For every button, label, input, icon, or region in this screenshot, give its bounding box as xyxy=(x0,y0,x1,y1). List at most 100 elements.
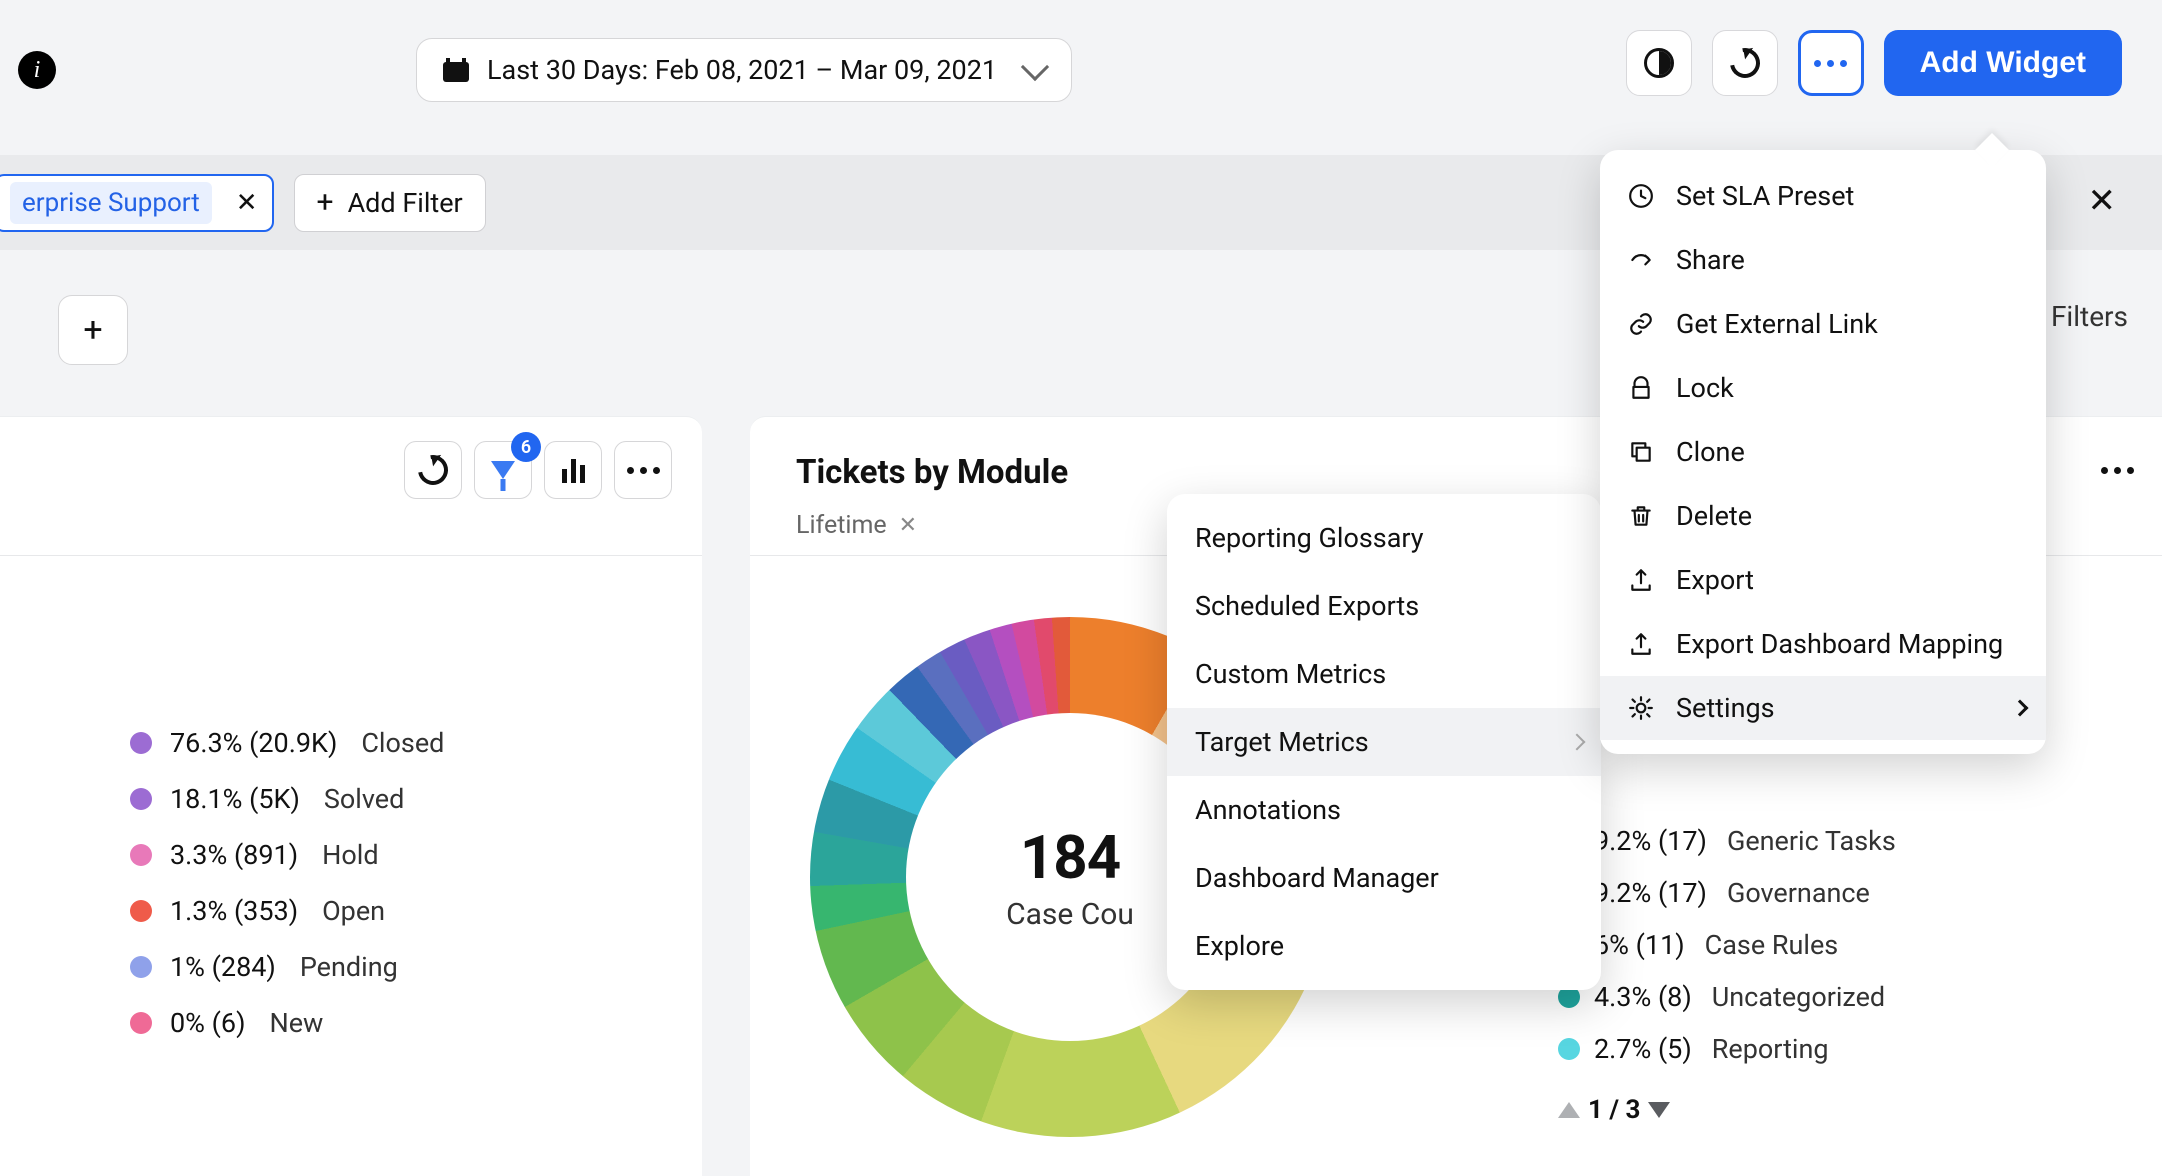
legend-label: Solved xyxy=(324,783,404,815)
remove-filter-icon[interactable]: ✕ xyxy=(236,188,258,218)
legend-item[interactable]: 76.3% (20.9K) Closed xyxy=(130,727,444,759)
menu-item-settings[interactable]: Settings xyxy=(1600,676,2046,740)
clone-icon xyxy=(1626,437,1656,467)
time-scope-chip[interactable]: Lifetime ✕ xyxy=(796,511,917,540)
legend-value: 2.7% (5) xyxy=(1594,1033,1692,1065)
info-icon[interactable]: i xyxy=(18,51,56,89)
menu-item-export[interactable]: Export xyxy=(1600,548,2046,612)
legend-value: 18.1% (5K) xyxy=(170,783,300,815)
refresh-button[interactable] xyxy=(1712,30,1778,96)
menu-item-label: Settings xyxy=(1676,692,1775,724)
filter-chip-text: erprise Support xyxy=(10,182,212,224)
menu-item-label: Share xyxy=(1676,244,1745,276)
date-range-dropdown[interactable]: Last 30 Days: Feb 08, 2021 – Mar 09, 202… xyxy=(416,38,1072,102)
add-filter-label: Add Filter xyxy=(348,187,463,219)
donut-center-value: 184 xyxy=(1020,822,1120,893)
pager-prev-icon[interactable] xyxy=(1558,1102,1580,1118)
close-filter-bar-icon[interactable]: ✕ xyxy=(2088,181,2117,221)
more-horizontal-icon xyxy=(627,467,660,474)
submenu-item-dashboard-manager[interactable]: Dashboard Manager xyxy=(1167,844,1601,912)
export-icon xyxy=(1626,629,1656,659)
filter-icon xyxy=(491,461,515,479)
legend-item[interactable]: 6% (11) Case Rules xyxy=(1558,929,1896,961)
add-widget-button[interactable]: Add Widget xyxy=(1884,30,2122,96)
submenu-item-scheduled-exports[interactable]: Scheduled Exports xyxy=(1167,572,1601,640)
legend-value: 6% (11) xyxy=(1594,929,1685,961)
contrast-toggle-button[interactable] xyxy=(1626,30,1692,96)
legend-item[interactable]: 9.2% (17)Generic Tasks xyxy=(1558,825,1896,857)
legend-label: New xyxy=(269,1007,323,1039)
filters-link[interactable]: Filters xyxy=(2051,300,2128,333)
menu-item-delete[interactable]: Delete xyxy=(1600,484,2046,548)
submenu-item-reporting-glossary[interactable]: Reporting Glossary xyxy=(1167,504,1601,572)
menu-item-share[interactable]: Share xyxy=(1600,228,2046,292)
submenu-item-explore[interactable]: Explore xyxy=(1167,912,1601,980)
add-tab-button[interactable]: + xyxy=(58,295,128,365)
settings-submenu: Reporting GlossaryScheduled ExportsCusto… xyxy=(1167,494,1601,990)
legend-value: 76.3% (20.9K) xyxy=(170,727,337,759)
submenu-item-annotations[interactable]: Annotations xyxy=(1167,776,1601,844)
refresh-icon xyxy=(1724,42,1766,84)
legend-item[interactable]: 18.1% (5K) Solved xyxy=(130,783,444,815)
plus-icon: + xyxy=(317,188,334,218)
widget-filter-button[interactable]: 6 xyxy=(474,441,532,499)
legend-item[interactable]: 3.3% (891) Hold xyxy=(130,839,444,871)
submenu-item-target-metrics[interactable]: Target Metrics xyxy=(1167,708,1601,776)
divider xyxy=(0,555,702,556)
filter-chip-enterprise-support[interactable]: erprise Support ✕ xyxy=(0,174,274,232)
menu-item-lock[interactable]: Lock xyxy=(1600,356,2046,420)
more-actions-menu: Set SLA Preset Share Get External LinkLock… xyxy=(1600,150,2046,754)
refresh-icon xyxy=(412,449,454,491)
legend-item[interactable]: 0% (6) New xyxy=(130,1007,444,1039)
legend-label: Hold xyxy=(322,839,378,871)
time-scope-text: Lifetime xyxy=(796,511,887,540)
widget-refresh-button[interactable] xyxy=(404,441,462,499)
legend-item[interactable]: 4.3% (8)Uncategorized xyxy=(1558,981,1896,1013)
legend-item[interactable]: 1.3% (353)Open xyxy=(130,895,444,927)
remove-scope-icon[interactable]: ✕ xyxy=(899,513,917,538)
legend-value: 0% (6) xyxy=(170,1007,245,1039)
more-horizontal-icon xyxy=(1814,60,1847,67)
legend-value: 4.3% (8) xyxy=(1594,981,1692,1013)
bar-chart-icon xyxy=(562,457,585,483)
menu-item-clone[interactable]: Clone xyxy=(1600,420,2046,484)
pager-next-icon[interactable] xyxy=(1648,1102,1670,1118)
legend-dot-icon xyxy=(130,732,152,754)
clock-icon xyxy=(1626,181,1656,211)
pager-text: 1 / 3 xyxy=(1588,1095,1640,1125)
widget-more-button[interactable] xyxy=(614,441,672,499)
menu-item-label: Delete xyxy=(1676,500,1752,532)
menu-item-label: Export xyxy=(1676,564,1754,596)
share-icon xyxy=(1626,245,1656,275)
add-filter-button[interactable]: + Add Filter xyxy=(294,174,486,232)
submenu-item-custom-metrics[interactable]: Custom Metrics xyxy=(1167,640,1601,708)
chevron-down-icon xyxy=(1021,53,1049,81)
legend-item[interactable]: 2.7% (5)Reporting xyxy=(1558,1033,1896,1065)
widget-card-status: 6 76.3% (20.9K) Closed 18.1% (5K) Solved 3.3… xyxy=(0,416,702,1176)
module-legend: 9.2% (17)Generic Tasks9.2% (17)Governanc… xyxy=(1558,825,1896,1125)
legend-value: 9.2% (17) xyxy=(1594,877,1707,909)
legend-item[interactable]: 9.2% (17) Governance xyxy=(1558,877,1896,909)
legend-dot-icon xyxy=(130,788,152,810)
menu-item-export-dashboard-mapping[interactable]: Export Dashboard Mapping xyxy=(1600,612,2046,676)
status-legend: 76.3% (20.9K) Closed 18.1% (5K) Solved 3.3% … xyxy=(130,727,444,1039)
legend-dot-icon xyxy=(130,1012,152,1034)
menu-item-set-sla-preset[interactable]: Set SLA Preset xyxy=(1600,164,2046,228)
widget-chart-type-button[interactable] xyxy=(544,441,602,499)
legend-dot-icon xyxy=(130,956,152,978)
legend-label: Governance xyxy=(1727,877,1870,909)
legend-dot-icon xyxy=(1558,1038,1580,1060)
legend-pager: 1 / 3 xyxy=(1558,1095,1896,1125)
date-range-text: Last 30 Days: Feb 08, 2021 – Mar 09, 202… xyxy=(487,54,997,86)
legend-value: 9.2% (17) xyxy=(1594,825,1707,857)
widget-more-button-right[interactable] xyxy=(2094,447,2140,493)
legend-value: 3.3% (891) xyxy=(170,839,298,871)
legend-dot-icon xyxy=(130,844,152,866)
legend-label: Closed xyxy=(361,727,444,759)
legend-item[interactable]: 1% (284)Pending xyxy=(130,951,444,983)
legend-dot-icon xyxy=(130,900,152,922)
legend-label: Case Rules xyxy=(1705,929,1839,961)
menu-item-get-external-link[interactable]: Get External Link xyxy=(1600,292,2046,356)
more-actions-button[interactable] xyxy=(1798,30,1864,96)
menu-carrot xyxy=(1975,133,2009,167)
